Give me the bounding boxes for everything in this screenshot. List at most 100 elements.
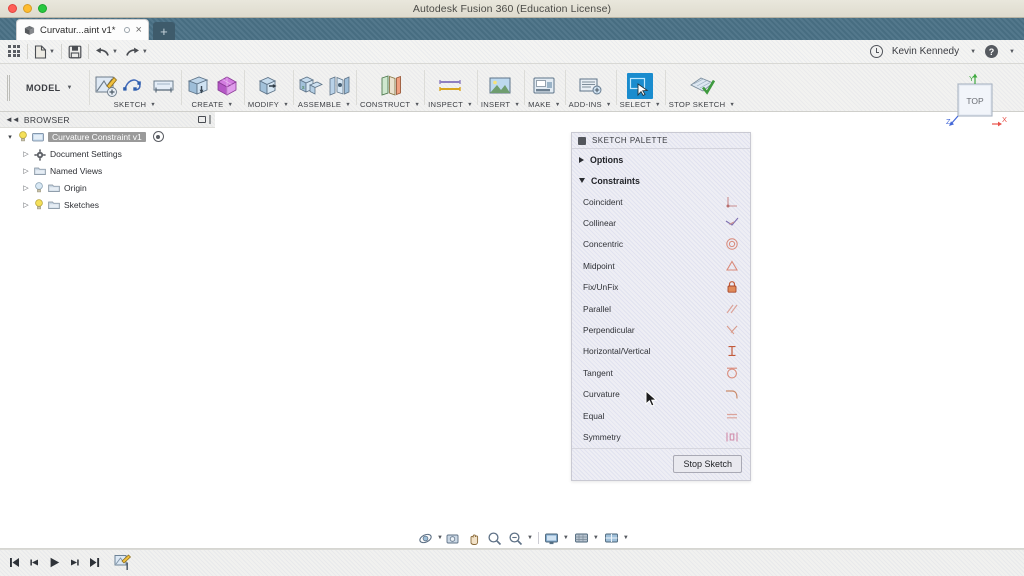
axis-label-z: Z	[946, 117, 951, 126]
grid-icon[interactable]	[8, 45, 21, 58]
constraint-curvature[interactable]: Curvature	[572, 384, 750, 405]
chevron-down-icon[interactable]: ▼	[655, 102, 661, 108]
3d-print-icon[interactable]	[531, 73, 557, 99]
look-at-icon[interactable]	[445, 531, 460, 546]
chevron-down-icon[interactable]: ▼	[227, 102, 233, 108]
collapse-left-icon[interactable]: ◄◄	[5, 115, 20, 124]
create-sketch-icon[interactable]	[93, 73, 119, 99]
chevron-down-icon[interactable]: ▼	[142, 49, 148, 55]
zoom-icon[interactable]	[487, 531, 502, 546]
constraint-tangent[interactable]: Tangent	[572, 362, 750, 383]
chevron-down-icon[interactable]: ▼	[150, 102, 156, 108]
form-icon[interactable]	[214, 73, 240, 99]
light-bulb-icon[interactable]	[18, 131, 28, 142]
chevron-down-icon[interactable]: ▼	[1009, 49, 1015, 55]
chevron-down-icon[interactable]: ▼	[970, 49, 976, 55]
expand-arrow-icon[interactable]: ▷	[22, 184, 30, 192]
scripts-addins-icon[interactable]	[577, 73, 603, 99]
clock-icon[interactable]	[869, 45, 883, 58]
constraint-perpendicular[interactable]: Perpendicular	[572, 319, 750, 340]
ribbon-group-addins: ADD-INS ▼	[564, 64, 616, 111]
chevron-down-icon[interactable]: ▼	[527, 535, 533, 541]
constraint-coincident[interactable]: Coincident	[572, 191, 750, 212]
constraint-symmetry[interactable]: Symmetry	[572, 426, 750, 447]
insert-mcmaster-icon[interactable]	[487, 73, 513, 99]
chevron-down-icon[interactable]: ▼	[623, 535, 629, 541]
stop-sketch-button[interactable]: Stop Sketch	[673, 455, 742, 474]
press-pull-icon[interactable]	[255, 73, 281, 99]
visibility-toggle-icon[interactable]	[152, 131, 164, 142]
chevron-down-icon[interactable]: ▼	[729, 102, 735, 108]
light-bulb-icon[interactable]	[34, 182, 44, 193]
tree-item-origin[interactable]: ▷ Origin	[0, 179, 215, 196]
tree-item-root[interactable]: ▾ Curvature Constraint v1	[0, 128, 215, 145]
constraint-fix-unfix[interactable]: Fix/UnFix	[572, 277, 750, 298]
chevron-down-icon[interactable]: ▼	[345, 102, 351, 108]
workspace-switcher[interactable]: MODEL ▼	[10, 64, 89, 111]
viewcube[interactable]: TOP Y X Z	[940, 72, 1010, 140]
orbit-icon[interactable]	[418, 531, 433, 546]
sketch-feature-icon[interactable]	[114, 554, 132, 571]
sketch-dimension-icon[interactable]	[151, 73, 177, 99]
expand-arrow-icon[interactable]: ▾	[6, 133, 14, 141]
sketch-palette[interactable]: SKETCH PALETTE Options Constraints Coinc…	[571, 132, 751, 481]
step-forward-icon[interactable]	[68, 556, 81, 569]
skip-back-icon[interactable]	[8, 556, 21, 569]
constraint-equal[interactable]: Equal	[572, 405, 750, 426]
grid-snaps-icon[interactable]	[574, 531, 589, 546]
expand-arrow-icon[interactable]: ▷	[22, 150, 30, 158]
palette-section-constraints[interactable]: Constraints	[572, 170, 750, 191]
chevron-down-icon[interactable]: ▼	[437, 535, 443, 541]
constraint-collinear[interactable]: Collinear	[572, 212, 750, 233]
constraint-horizontal-vertical[interactable]: Horizontal/Vertical	[572, 341, 750, 362]
chevron-down-icon[interactable]: ▼	[514, 102, 520, 108]
select-icon[interactable]	[627, 73, 654, 99]
close-tab-icon[interactable]: ×	[136, 24, 142, 36]
display-settings-icon[interactable]	[544, 531, 559, 546]
document-tab[interactable]: Curvatur...aint v1* ×	[16, 19, 149, 40]
redo-icon[interactable]	[125, 46, 140, 58]
chevron-down-icon[interactable]: ▼	[593, 535, 599, 541]
constraint-midpoint[interactable]: Midpoint	[572, 255, 750, 276]
pan-icon[interactable]	[466, 531, 481, 546]
finish-sketch-icon[interactable]	[689, 73, 715, 99]
chevron-down-icon[interactable]: ▼	[49, 49, 55, 55]
user-name-label[interactable]: Kevin Kennedy	[892, 46, 959, 57]
chevron-down-icon[interactable]: ▼	[414, 102, 420, 108]
zoom-window-icon[interactable]	[508, 531, 523, 546]
play-icon[interactable]	[48, 556, 61, 569]
expand-arrow-icon[interactable]: ▷	[22, 167, 30, 175]
file-icon[interactable]	[34, 44, 47, 59]
chevron-down-icon[interactable]: ▼	[467, 102, 473, 108]
palette-section-options[interactable]: Options	[572, 149, 750, 170]
tree-item-sketches[interactable]: ▷ Sketches	[0, 196, 215, 213]
constraint-parallel[interactable]: Parallel	[572, 298, 750, 319]
offset-plane-icon[interactable]	[377, 73, 403, 99]
chevron-down-icon[interactable]: ▼	[606, 102, 612, 108]
skip-forward-icon[interactable]	[88, 556, 101, 569]
help-icon[interactable]: ?	[985, 45, 999, 58]
expand-arrow-icon[interactable]: ▷	[22, 201, 30, 209]
step-back-icon[interactable]	[28, 556, 41, 569]
light-bulb-icon[interactable]	[34, 199, 44, 210]
tree-item-document-settings[interactable]: ▷ Document Settings	[0, 145, 215, 162]
new-component-icon[interactable]: s	[297, 73, 323, 99]
browser-settings-icon[interactable]	[198, 116, 206, 123]
measure-icon[interactable]	[437, 73, 463, 99]
spline-icon[interactable]	[122, 73, 148, 99]
chevron-down-icon[interactable]: ▼	[555, 102, 561, 108]
chevron-down-icon[interactable]: ▼	[283, 102, 289, 108]
palette-grip-icon[interactable]	[578, 136, 586, 145]
chevron-down-icon[interactable]: ▼	[112, 49, 118, 55]
new-tab-button[interactable]: +	[152, 22, 175, 40]
joint-icon[interactable]	[326, 73, 352, 99]
browser-resize-handle[interactable]	[209, 115, 211, 124]
chevron-down-icon[interactable]: ▼	[67, 85, 73, 91]
viewports-icon[interactable]	[604, 531, 619, 546]
tree-item-named-views[interactable]: ▷ Named Views	[0, 162, 215, 179]
chevron-down-icon[interactable]: ▼	[563, 535, 569, 541]
constraint-concentric[interactable]: Concentric	[572, 234, 750, 255]
extrude-icon[interactable]	[185, 73, 211, 99]
save-icon[interactable]	[68, 45, 82, 59]
undo-icon[interactable]	[95, 46, 110, 58]
